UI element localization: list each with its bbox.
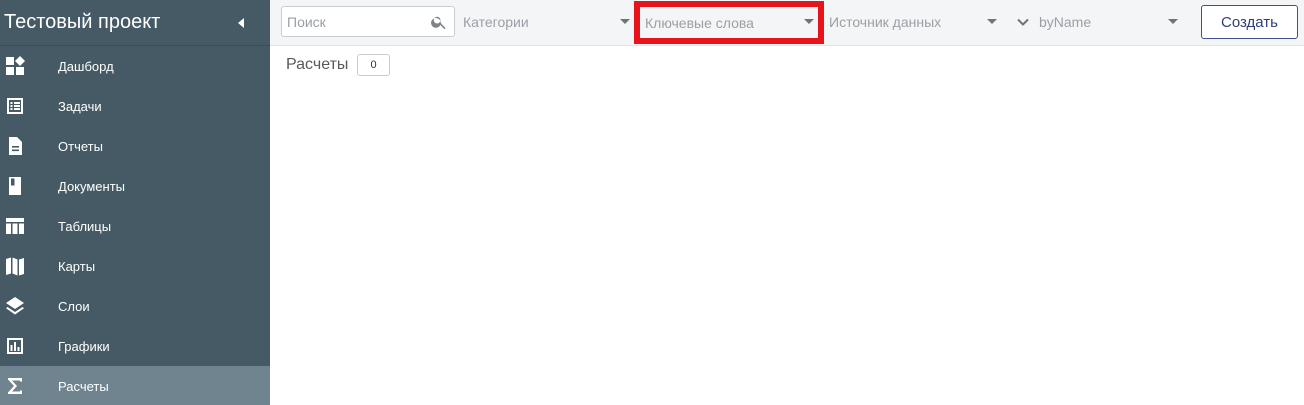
sidebar-item-maps[interactable]: Карты [0, 246, 270, 286]
collapse-sidebar-icon[interactable] [238, 17, 244, 28]
caret-down-icon [1168, 19, 1178, 24]
sidebar-item-reports[interactable]: Отчеты [0, 126, 270, 166]
sort-dropdown[interactable]: byName [1016, 6, 1186, 37]
search-icon[interactable] [430, 13, 448, 31]
reports-icon [2, 126, 28, 166]
caret-down-icon [620, 19, 630, 24]
filter-toolbar: Категории Ключевые слова Источник данных… [270, 0, 1304, 46]
sidebar-item-label: Таблицы [58, 218, 112, 234]
sidebar-item-tables[interactable]: Таблицы [0, 206, 270, 246]
search-input[interactable] [287, 13, 427, 30]
page-title: Расчеты [286, 56, 349, 73]
sidebar-nav: Дашборд Задачи Отчеты Документы Таблицы … [0, 46, 270, 405]
search-box [281, 6, 455, 37]
main-content: Расчеты 0 [270, 47, 1304, 405]
sidebar-item-layers[interactable]: Слои [0, 286, 270, 326]
sidebar-item-label: Слои [58, 298, 90, 314]
sidebar-item-documents[interactable]: Документы [0, 166, 270, 206]
tables-icon [2, 206, 28, 246]
charts-icon [2, 326, 28, 366]
app: Тестовый проект Дашборд Задачи Отчеты До… [0, 0, 1304, 405]
layers-icon [2, 286, 28, 326]
categories-dropdown[interactable]: Категории [463, 6, 633, 37]
create-button[interactable]: Создать [1201, 5, 1298, 39]
sidebar-item-label: Документы [58, 178, 126, 194]
sidebar-item-charts[interactable]: Графики [0, 326, 270, 366]
sidebar-item-calculations[interactable]: Расчеты [0, 366, 270, 405]
maps-icon [2, 246, 28, 286]
sidebar-header: Тестовый проект [0, 0, 270, 46]
sidebar-item-label: Графики [58, 338, 110, 354]
dashboard-icon [2, 46, 28, 86]
sidebar-item-dashboard[interactable]: Дашборд [0, 46, 270, 86]
data-source-dropdown-label: Источник данных [829, 13, 942, 30]
categories-dropdown-label: Категории [463, 13, 529, 30]
sort-dropdown-label: byName [1039, 13, 1092, 30]
caret-down-icon [804, 19, 814, 24]
sigma-icon [2, 366, 28, 405]
sidebar-item-label: Расчеты [58, 378, 109, 394]
sidebar-item-tasks[interactable]: Задачи [0, 86, 270, 126]
count-badge: 0 [357, 54, 390, 76]
project-title: Тестовый проект [4, 11, 161, 33]
sidebar-item-label: Карты [58, 258, 96, 274]
chevron-down-icon[interactable] [1016, 15, 1030, 29]
sidebar-item-label: Отчеты [58, 138, 103, 154]
caret-down-icon [987, 19, 997, 24]
sidebar-item-label: Дашборд [58, 58, 114, 74]
data-source-dropdown[interactable]: Источник данных [829, 6, 999, 37]
keywords-dropdown-label: Ключевые слова [645, 14, 754, 31]
documents-icon [2, 166, 28, 206]
tasks-icon [2, 86, 28, 126]
keywords-dropdown[interactable]: Ключевые слова [634, 1, 824, 44]
sidebar-item-label: Задачи [58, 98, 102, 114]
sidebar: Тестовый проект Дашборд Задачи Отчеты До… [0, 0, 270, 405]
